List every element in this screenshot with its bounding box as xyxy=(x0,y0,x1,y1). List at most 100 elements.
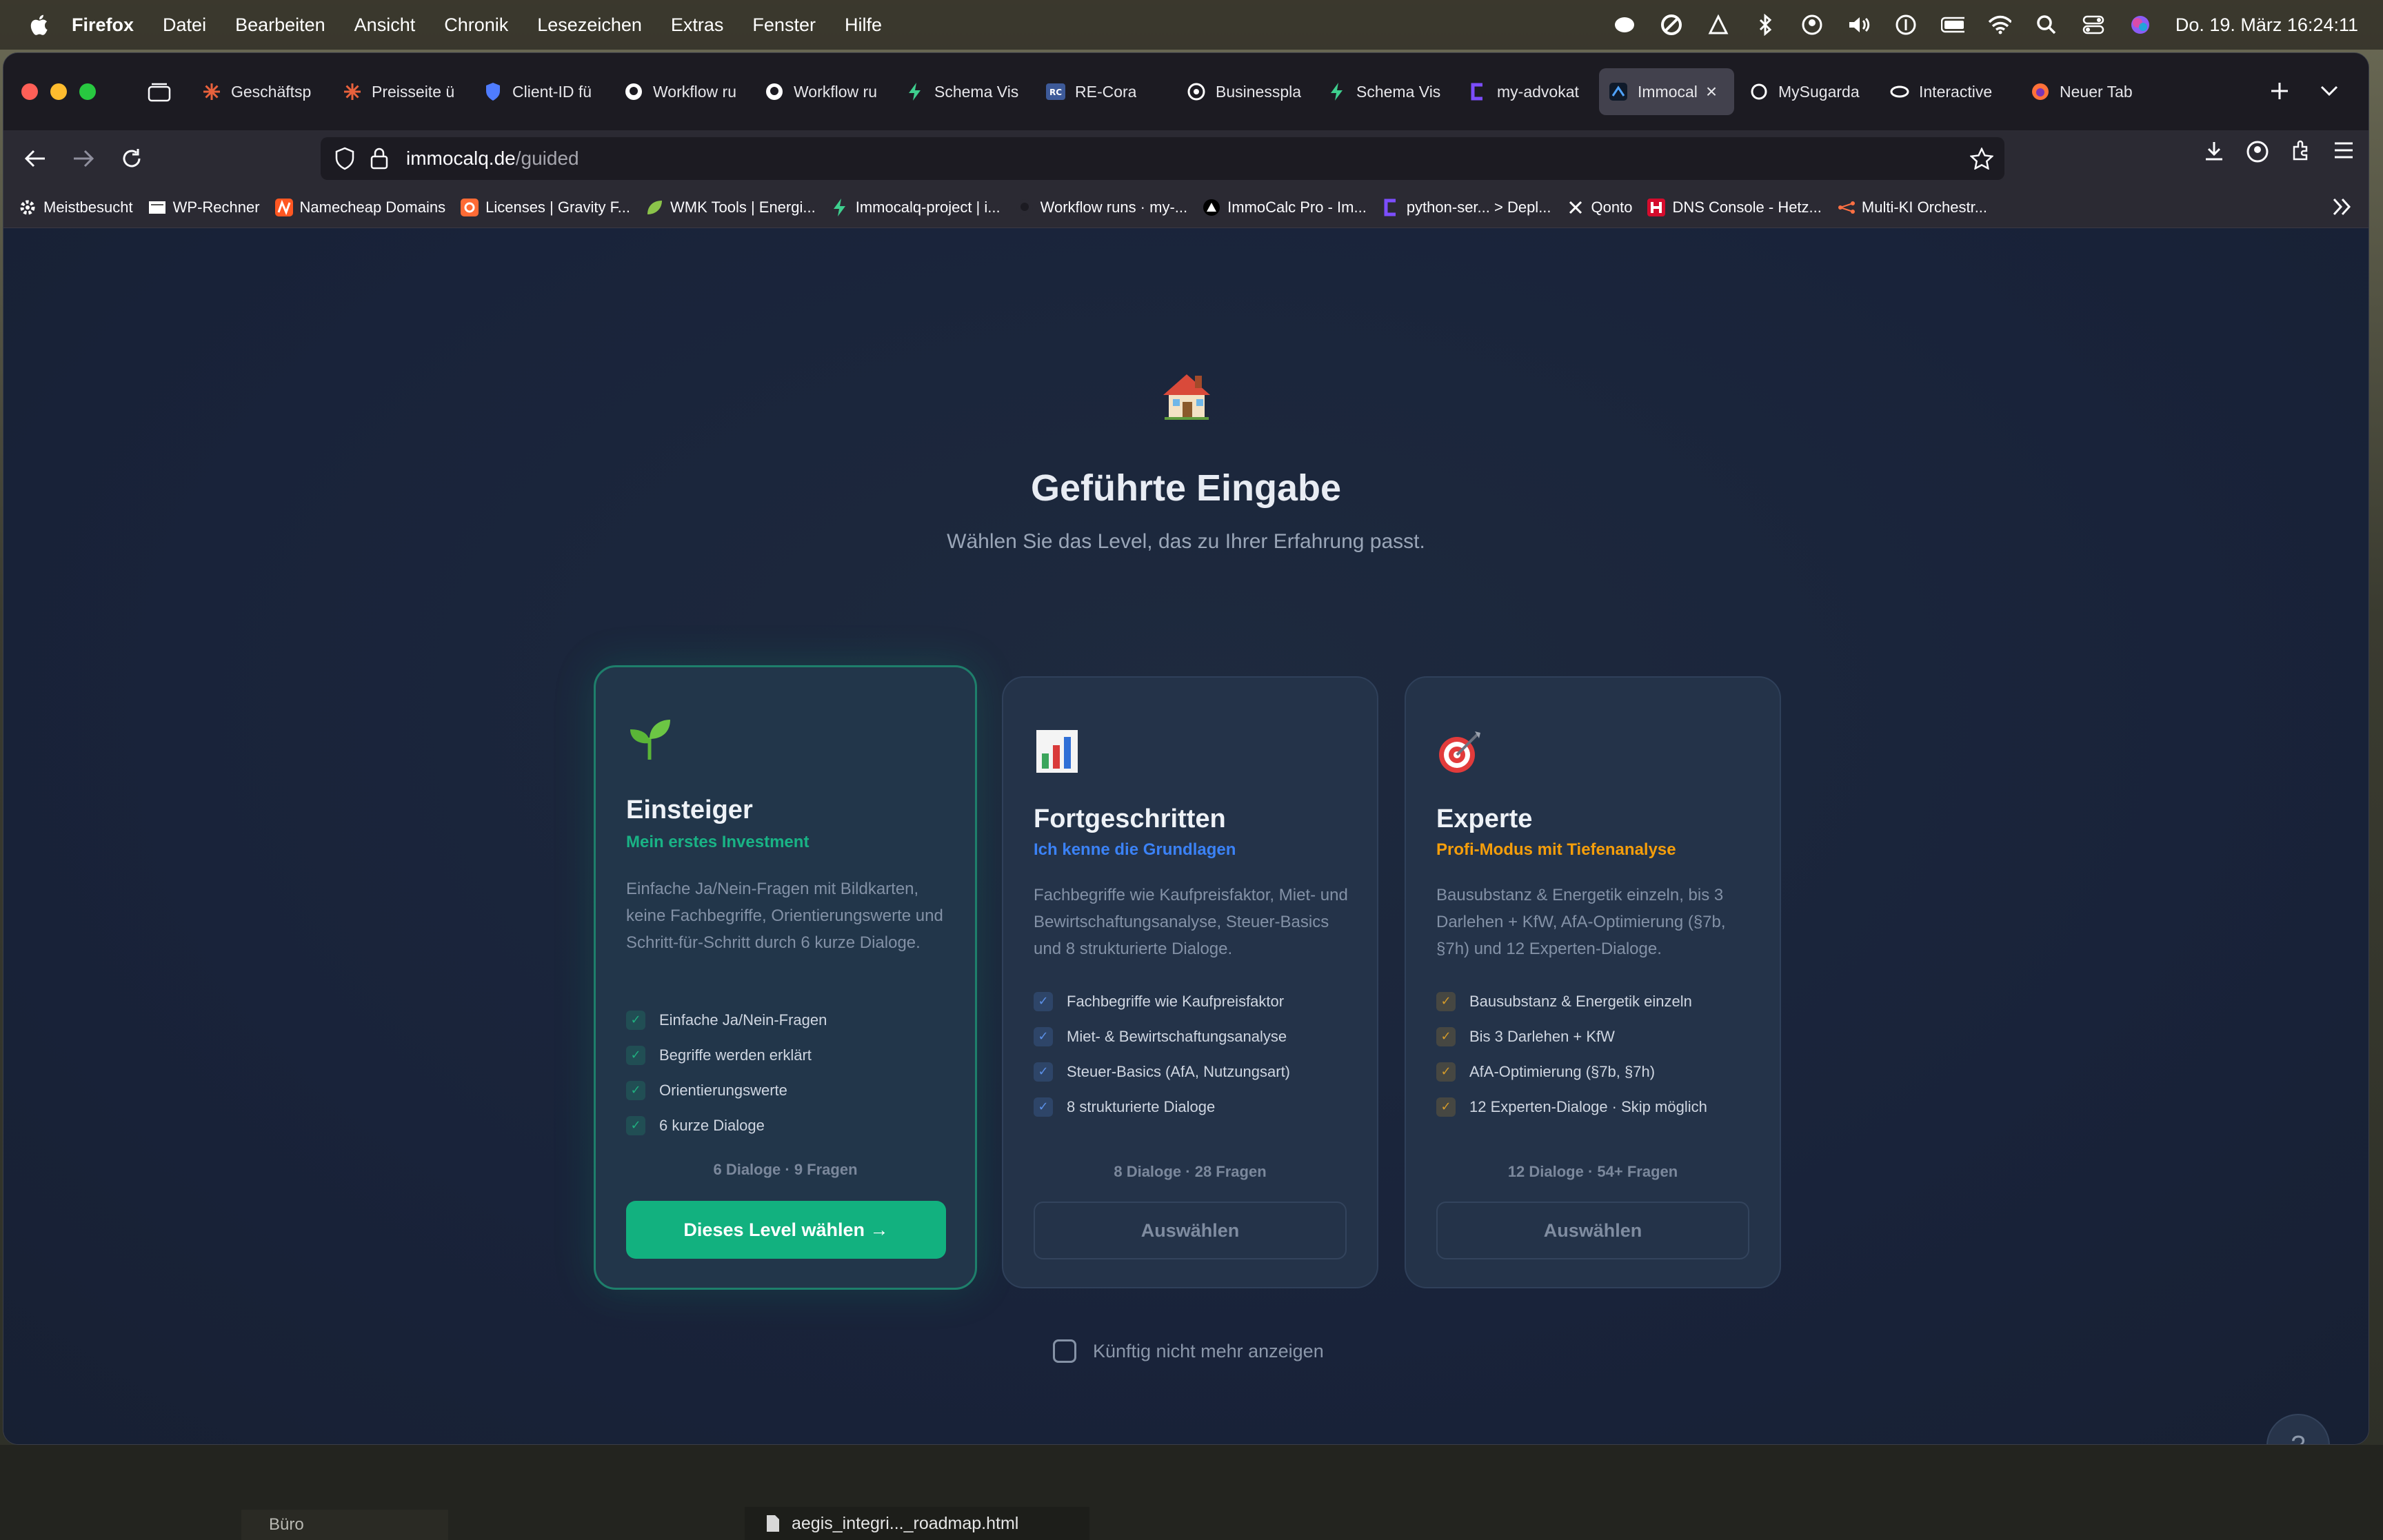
adobe-icon[interactable] xyxy=(1707,13,1730,37)
accessibility-icon[interactable] xyxy=(1894,13,1918,37)
tab-item[interactable]: Schema Vis xyxy=(896,68,1031,115)
url-bar[interactable]: immocalq.de/guided xyxy=(321,137,2004,180)
immocalq-icon xyxy=(1609,82,1628,101)
zoom-window-button[interactable] xyxy=(79,83,96,100)
close-window-button[interactable] xyxy=(21,83,38,100)
bookmark-item[interactable]: Immocalq-project | i... xyxy=(831,198,1001,216)
tab-item[interactable]: my-advokat xyxy=(1458,68,1593,115)
checkbox-box[interactable] xyxy=(1053,1339,1076,1363)
menu-chronik[interactable]: Chronik xyxy=(444,14,508,36)
bookmark-label: Qonto xyxy=(1591,198,1633,216)
feature-item: ✓ Begriffe werden erklärt xyxy=(626,1037,827,1073)
search-icon[interactable] xyxy=(2035,13,2058,37)
navigation-toolbar: immocalq.de/guided xyxy=(3,130,2369,187)
tracking-shield-icon[interactable] xyxy=(334,147,359,170)
help-button[interactable]: ? xyxy=(2266,1414,2330,1444)
account-icon[interactable] xyxy=(2246,140,2269,167)
tab-item[interactable]: Immocal × xyxy=(1599,68,1734,115)
sugar-icon xyxy=(1749,82,1769,101)
level-card-einsteiger[interactable]: Einsteiger Mein erstes Investment Einfac… xyxy=(594,665,977,1290)
card-meta: 8 Dialoge · 28 Fragen xyxy=(1114,1163,1267,1180)
bookmark-item[interactable]: Namecheap Domains xyxy=(274,198,445,216)
menu-app-name[interactable]: Firefox xyxy=(72,14,134,36)
folder-label[interactable]: Büro xyxy=(241,1510,448,1540)
card-meta: 6 Dialoge · 9 Fragen xyxy=(713,1161,858,1178)
tab-item[interactable]: RC RE-Cora xyxy=(1036,68,1172,115)
tab-label: Client-ID fü xyxy=(512,82,592,101)
bookmark-item[interactable]: Licenses | Gravity F... xyxy=(461,198,630,216)
menu-fenster[interactable]: Fenster xyxy=(752,14,816,36)
hamburger-menu-icon[interactable] xyxy=(2333,140,2355,167)
menu-hilfe[interactable]: Hilfe xyxy=(845,14,882,36)
tab-item[interactable]: Geschäftsp xyxy=(192,68,328,115)
close-tab-icon[interactable]: × xyxy=(1706,81,1717,103)
tab-list-chevron-icon[interactable] xyxy=(2312,74,2346,108)
new-tab-button[interactable] xyxy=(2262,74,2297,108)
menu-bearbeiten[interactable]: Bearbeiten xyxy=(235,14,325,36)
tab-strip: Geschäftsp Preisseite ü Client-ID fü Workfl… xyxy=(192,68,2158,115)
elephant-icon[interactable] xyxy=(1613,13,1636,37)
choose-level-button[interactable]: Dieses Level wählen → xyxy=(626,1201,946,1259)
bookmark-label: ImmoCalc Pro - Im... xyxy=(1227,198,1367,216)
tab-item[interactable]: Workflow ru xyxy=(755,68,890,115)
url-path: /guided xyxy=(515,148,579,169)
bookmark-item[interactable]: DNS Console - Hetz... xyxy=(1647,198,1822,216)
bookmark-item[interactable]: Multi-KI Orchestr... xyxy=(1837,199,1987,216)
apple-icon[interactable] xyxy=(26,11,51,39)
openai-icon xyxy=(1187,82,1206,101)
tab-overview-icon[interactable] xyxy=(144,77,174,107)
back-button[interactable] xyxy=(19,142,52,175)
siri-icon[interactable] xyxy=(2129,13,2152,37)
level-card-fortgeschritten[interactable]: Fortgeschritten Ich kenne die Grundlagen… xyxy=(1002,676,1378,1288)
bookmark-item[interactable]: WMK Tools | Energi... xyxy=(645,199,816,216)
tab-item[interactable]: MySugarda xyxy=(1740,68,1875,115)
volume-icon[interactable] xyxy=(1847,13,1871,37)
more-bookmarks-chevron-icon[interactable] xyxy=(2331,196,2352,221)
level-card-experte[interactable]: Experte Profi-Modus mit Tiefenanalyse Ba… xyxy=(1405,676,1781,1288)
menu-ansicht[interactable]: Ansicht xyxy=(354,14,416,36)
tab-item[interactable]: Workflow ru xyxy=(614,68,750,115)
minimize-window-button[interactable] xyxy=(50,83,67,100)
bookmark-item[interactable]: ImmoCalc Pro - Im... xyxy=(1203,199,1367,216)
bookmark-item[interactable]: WP-Rechner xyxy=(148,199,260,216)
forward-button[interactable] xyxy=(67,142,100,175)
tab-item[interactable]: Schema Vis xyxy=(1318,68,1453,115)
feature-item: ✓ 6 kurze Dialoge xyxy=(626,1108,827,1143)
clock[interactable]: Do. 19. März 16:24:11 xyxy=(2175,14,2358,36)
menu-extras[interactable]: Extras xyxy=(671,14,724,36)
tab-item[interactable]: Businesspla xyxy=(1177,68,1312,115)
bluetooth-icon[interactable] xyxy=(1753,13,1777,37)
bookmark-item[interactable]: python-ser... > Depl... xyxy=(1382,199,1551,216)
battery-icon[interactable] xyxy=(1940,13,1964,37)
extensions-icon[interactable] xyxy=(2290,140,2312,167)
check-icon: ✓ xyxy=(1436,1026,1456,1046)
bookmark-item[interactable]: Qonto xyxy=(1567,198,1633,216)
sync-icon[interactable] xyxy=(1660,13,1683,37)
bookmark-item[interactable]: Meistbesucht xyxy=(19,199,133,216)
asterisk-icon xyxy=(202,82,221,101)
select-button[interactable]: Auswählen xyxy=(1034,1202,1347,1259)
wifi-icon[interactable] xyxy=(1988,13,2011,37)
download-file-item[interactable]: aegis_integri..._roadmap.html xyxy=(745,1507,1089,1540)
reload-button[interactable] xyxy=(115,142,148,175)
check-icon: ✓ xyxy=(1034,1026,1053,1046)
menu-lesezeichen[interactable]: Lesezeichen xyxy=(537,14,642,36)
tab-item[interactable]: Interactive xyxy=(1880,68,2015,115)
feature-list: ✓ Bausubstanz & Energetik einzeln ✓ Bis 3 … xyxy=(1436,984,1707,1124)
tab-bar: Geschäftsp Preisseite ü Client-ID fü Workfl… xyxy=(3,53,2369,130)
file-icon xyxy=(765,1514,781,1533)
bookmark-item[interactable]: Workflow runs · my-... xyxy=(1016,199,1187,216)
lock-icon[interactable] xyxy=(370,148,392,170)
tab-item[interactable]: Preisseite ü xyxy=(333,68,468,115)
menu-datei[interactable]: Datei xyxy=(163,14,206,36)
tab-item[interactable]: Neuer Tab xyxy=(2021,68,2152,115)
control-center-icon[interactable] xyxy=(2082,13,2105,37)
download-icon[interactable] xyxy=(2203,140,2225,167)
url-text[interactable]: immocalq.de/guided xyxy=(406,148,579,170)
dont-show-again-checkbox[interactable]: Künftig nicht mehr anzeigen xyxy=(1053,1339,1324,1363)
user-icon[interactable] xyxy=(1800,13,1824,37)
select-button[interactable]: Auswählen xyxy=(1436,1202,1749,1259)
tab-item[interactable]: Client-ID fü xyxy=(474,68,609,115)
bookmark-star-icon[interactable] xyxy=(1970,148,1993,170)
tab-label: Schema Vis xyxy=(1356,82,1441,101)
